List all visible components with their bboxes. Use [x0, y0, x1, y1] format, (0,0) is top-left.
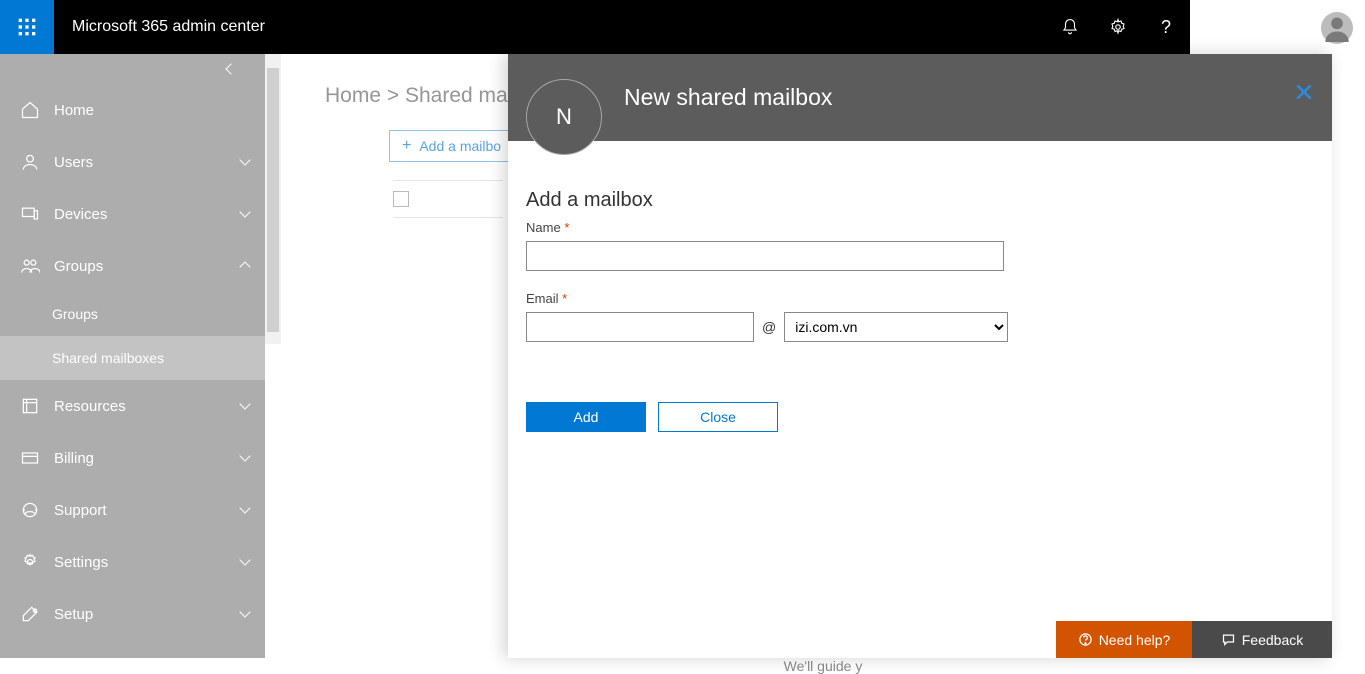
sidebar-label: Settings — [54, 554, 225, 571]
sidebar-label: Home — [54, 102, 265, 119]
plus-icon: + — [402, 137, 411, 155]
sidebar-item-groups[interactable]: Groups — [0, 240, 265, 292]
header-actions: ? — [1046, 0, 1190, 54]
panel-header: N New shared mailbox — [508, 54, 1332, 141]
sidebar-label: Users — [54, 154, 225, 171]
email-local-input[interactable] — [526, 312, 754, 342]
email-field-label: Email * — [526, 291, 1332, 306]
chat-icon — [1221, 632, 1236, 647]
account-area — [1321, 12, 1353, 44]
sidebar-label: Support — [54, 502, 225, 519]
sidebar-item-settings[interactable]: Settings — [0, 536, 265, 588]
chevron-down-icon — [241, 554, 249, 571]
resources-icon — [20, 396, 40, 416]
sidebar-label: Resources — [54, 398, 225, 415]
person-icon — [1323, 14, 1351, 42]
waffle-icon — [17, 17, 37, 37]
name-field-label: Name * — [526, 220, 1332, 235]
sidebar-sublabel: Groups — [52, 306, 98, 322]
groups-icon — [20, 256, 40, 276]
support-icon — [20, 500, 40, 520]
panel-avatar: N — [526, 79, 602, 155]
add-mailbox-label: Add a mailbo — [419, 138, 501, 154]
breadcrumb-current: Shared mail — [405, 84, 517, 107]
help-button[interactable]: ? — [1142, 0, 1190, 54]
chevron-down-icon — [241, 206, 249, 223]
list-header-row — [393, 180, 503, 218]
app-title: Microsoft 365 admin center — [72, 18, 1046, 36]
panel-subtitle: Add a mailbox — [526, 189, 1332, 212]
home-icon — [20, 100, 40, 120]
chevron-left-icon — [227, 60, 235, 78]
sidebar-item-home[interactable]: Home — [0, 84, 265, 136]
chevron-down-icon — [241, 502, 249, 519]
sidebar-subitem-shared-mailboxes[interactable]: Shared mailboxes — [0, 336, 265, 380]
add-button[interactable]: Add — [526, 402, 646, 432]
chevron-down-icon — [241, 606, 249, 623]
sidebar-sublabel: Shared mailboxes — [52, 350, 164, 366]
panel-title: New shared mailbox — [624, 84, 832, 111]
app-launcher-button[interactable] — [0, 0, 54, 54]
sidebar-item-resources[interactable]: Resources — [0, 380, 265, 432]
sidebar-item-billing[interactable]: Billing — [0, 432, 265, 484]
billing-icon — [20, 448, 40, 468]
new-shared-mailbox-panel: N New shared mailbox Add a mailbox Name … — [508, 54, 1332, 658]
sidebar-item-setup[interactable]: Setup — [0, 588, 265, 640]
select-all-checkbox[interactable] — [393, 191, 409, 207]
email-domain-select[interactable]: izi.com.vn — [784, 312, 1008, 342]
scrollbar-thumb[interactable] — [267, 68, 279, 332]
panel-close-button[interactable] — [1294, 82, 1314, 107]
settings-button[interactable] — [1094, 0, 1142, 54]
breadcrumb-sep: > — [387, 84, 399, 107]
chevron-down-icon — [241, 398, 249, 415]
panel-actions: Add Close — [526, 402, 1332, 432]
gear-icon — [1109, 18, 1127, 36]
need-help-label: Need help? — [1099, 632, 1171, 648]
global-header: Microsoft 365 admin center ? — [0, 0, 1190, 54]
account-avatar[interactable] — [1321, 12, 1353, 44]
notifications-button[interactable] — [1046, 0, 1094, 54]
info-icon — [1078, 632, 1093, 647]
sidebar-label: Setup — [54, 606, 225, 623]
need-help-button[interactable]: Need help? — [1056, 621, 1192, 658]
sidebar-item-support[interactable]: Support — [0, 484, 265, 536]
at-symbol: @ — [762, 319, 776, 335]
nav-sidebar: Home Users Devices Groups Groups Shared … — [0, 54, 265, 658]
sidebar-label: Billing — [54, 450, 225, 467]
sidebar-item-devices[interactable]: Devices — [0, 188, 265, 240]
setup-icon — [20, 604, 40, 624]
feedback-label: Feedback — [1242, 632, 1303, 648]
sidebar-subitem-groups[interactable]: Groups — [0, 292, 265, 336]
close-icon — [1294, 82, 1314, 102]
close-button[interactable]: Close — [658, 402, 778, 432]
gear-icon — [20, 552, 40, 572]
sidebar-label: Groups — [54, 258, 225, 275]
empty-line2: We'll guide y — [784, 658, 863, 674]
breadcrumb-home[interactable]: Home — [325, 84, 381, 107]
panel-avatar-letter: N — [556, 104, 572, 130]
name-input[interactable] — [526, 241, 1004, 271]
bell-icon — [1061, 18, 1079, 36]
users-icon — [20, 152, 40, 172]
sidebar-label: Devices — [54, 206, 225, 223]
sidebar-item-users[interactable]: Users — [0, 136, 265, 188]
sidebar-collapse-button[interactable] — [0, 54, 265, 84]
question-icon: ? — [1161, 17, 1171, 38]
devices-icon — [20, 204, 40, 224]
panel-body: Add a mailbox Name * Email * @ izi.com.v… — [508, 141, 1332, 432]
chevron-down-icon — [241, 450, 249, 467]
feedback-button[interactable]: Feedback — [1192, 621, 1332, 658]
add-mailbox-button[interactable]: + Add a mailbo — [389, 130, 514, 162]
chevron-up-icon — [241, 258, 249, 275]
chevron-down-icon — [241, 154, 249, 171]
